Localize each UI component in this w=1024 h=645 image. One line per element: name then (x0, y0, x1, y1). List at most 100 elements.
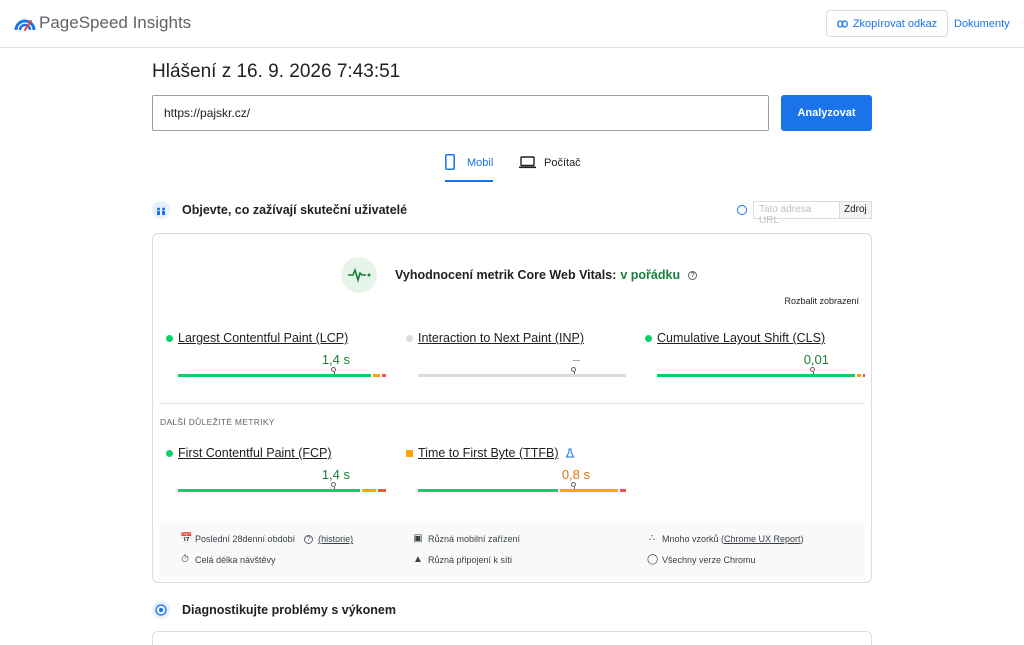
devices-info: ▣ Různá mobilní zařízení (413, 533, 521, 545)
samples-suffix: ) (800, 534, 804, 544)
period-label: Poslední 28denní období (195, 534, 296, 544)
samples-prefix: Mnoho vzorků ( (662, 534, 725, 544)
metric-cls-value: 0,01 (803, 352, 829, 367)
flask-icon (565, 448, 574, 458)
duration-label: Celá délka návštěvy (195, 555, 276, 565)
brand-title: PageSpeed Insights (39, 13, 192, 32)
tab-desktop[interactable]: Počítač (519, 152, 581, 182)
tab-mobile[interactable]: Mobil (445, 152, 493, 182)
metric-inp-name[interactable]: Interaction to Next Paint (INP) (418, 331, 584, 345)
analyze-button[interactable]: Analyzovat (781, 95, 872, 131)
history-link[interactable]: (historie) (318, 534, 353, 544)
top-bar: PageSpeed Insights Zkopírovat odkaz Doku… (0, 0, 1024, 48)
chrome-ux-report-link[interactable]: Chrome UX Report (724, 534, 801, 544)
bar-good-segment (418, 489, 558, 492)
metric-ttfb-name-text: Time to First Byte (TTFB) (418, 446, 559, 460)
metric-ttfb: Time to First Byte (TTFB) 0,8 s (406, 446, 628, 506)
connections-label: Různá připojení k síti (428, 555, 513, 565)
diagnostics-card (152, 631, 872, 645)
metric-fcp-bar (178, 489, 386, 492)
pagespeed-logo-icon (14, 19, 36, 31)
bar-good-segment (178, 489, 360, 492)
status-good-icon (166, 450, 173, 457)
pulse-icon (348, 267, 371, 283)
tab-mobile-label: Mobil (467, 157, 494, 169)
metric-ttfb-marker (571, 482, 576, 491)
timer-icon: ⏱ (181, 554, 189, 565)
duration-info: ⏱ Celá délka návštěvy (180, 554, 276, 566)
bar-poor-segment (863, 374, 865, 377)
help-icon[interactable]: ? (688, 270, 698, 280)
devices-icon: ▣ (413, 533, 423, 544)
diagnostics-title: Diagnostikujte problémy s výkonem (182, 603, 396, 617)
status-good-icon (166, 335, 173, 342)
expand-view-link[interactable]: Rozbalit zobrazení (784, 296, 859, 306)
this-url-toggle[interactable]: Tato adresa URL (753, 201, 840, 226)
devices-label: Různá mobilní zařízení (428, 534, 521, 544)
diagnostics-heading: Diagnostikujte problémy s výkonem (152, 601, 396, 619)
bar-average-segment (857, 374, 861, 377)
metric-cls-marker (810, 367, 815, 376)
metric-lcp-value: 1,4 s (321, 352, 350, 367)
info-icon[interactable] (737, 205, 747, 215)
field-data-card: Vyhodnocení metrik Core Web Vitals: v po… (152, 233, 872, 583)
docs-link[interactable]: Dokumenty (954, 18, 1010, 30)
diagnostics-icon (152, 601, 170, 619)
copy-link-button[interactable]: Zkopírovat odkaz (826, 10, 948, 37)
metric-inp: Interaction to Next Paint (INP) – (406, 331, 628, 391)
bar-poor-segment (620, 489, 626, 492)
samples-info: ∴ Mnoho vzorků ( Chrome UX Report ) (647, 533, 804, 545)
metric-fcp-marker (331, 482, 336, 491)
url-filter: Tato adresa URL Zdroj (737, 201, 872, 226)
metric-fcp-value: 1,4 s (321, 467, 350, 482)
cwv-badge (341, 257, 377, 293)
metric-cls-bar (657, 374, 865, 377)
tab-desktop-label: Počítač (544, 157, 581, 169)
users-icon (152, 201, 170, 219)
bar-good-segment (657, 374, 855, 377)
metric-lcp-bar (178, 374, 386, 377)
status-none-icon (406, 335, 413, 342)
metric-inp-marker (571, 367, 576, 376)
metric-cls-name[interactable]: Cumulative Layout Shift (CLS) (657, 331, 825, 345)
field-data-heading: Objevte, co zažívají skuteční uživatelé (152, 201, 407, 219)
help-icon[interactable]: ? (304, 534, 314, 544)
laptop-icon (519, 156, 536, 169)
versions-info: ◯ Všechny verze Chromu (647, 554, 756, 566)
metric-ttfb-value: 0,8 s (561, 467, 590, 482)
metric-ttfb-name[interactable]: Time to First Byte (TTFB) (418, 446, 575, 460)
bar-average-segment (362, 489, 376, 492)
cwv-assessment: Vyhodnocení metrik Core Web Vitals: v po… (395, 268, 698, 282)
copy-link-label: Zkopírovat odkaz (852, 17, 938, 30)
report-title: Hlášení z 16. 9. 2026 7:43:51 (152, 61, 401, 82)
cwv-status: v pořádku (620, 268, 681, 282)
status-average-icon (406, 450, 413, 457)
metric-lcp: Largest Contentful Paint (LCP) 1,4 s (166, 331, 388, 391)
divider (159, 403, 865, 404)
field-data-title: Objevte, co zažívají skuteční uživatelé (182, 203, 408, 217)
metric-ttfb-bar (418, 489, 626, 492)
other-metrics-heading: DALŠÍ DŮLEŽITÉ METRIKY (160, 417, 275, 427)
chrome-icon: ◯ (647, 554, 659, 565)
bar-empty-segment (418, 374, 626, 377)
url-input[interactable] (152, 95, 769, 131)
source-toggle[interactable]: Zdroj (840, 201, 872, 219)
samples-icon: ∴ (648, 533, 656, 544)
bar-poor-segment (378, 489, 386, 492)
connections-info: ▲ Různá připojení k síti (413, 554, 513, 566)
versions-label: Všechny verze Chromu (662, 555, 756, 565)
calendar-icon: 📅 (180, 533, 193, 544)
metric-fcp-name[interactable]: First Contentful Paint (FCP) (178, 446, 332, 460)
bar-average-segment (560, 489, 618, 492)
metric-cls: Cumulative Layout Shift (CLS) 0,01 (645, 331, 867, 391)
metric-inp-bar (418, 374, 626, 377)
metric-lcp-marker (331, 367, 336, 376)
bar-good-segment (178, 374, 371, 377)
link-icon (836, 19, 848, 28)
metric-lcp-name[interactable]: Largest Contentful Paint (LCP) (178, 331, 348, 345)
mobile-icon (445, 154, 455, 170)
cwv-assessment-label: Vyhodnocení metrik Core Web Vitals: (395, 268, 617, 282)
collection-info: 📅 Poslední 28denní období ? (historie) ⏱… (159, 523, 865, 577)
metric-inp-value: – (572, 352, 580, 367)
wifi-icon: ▲ (413, 554, 423, 565)
